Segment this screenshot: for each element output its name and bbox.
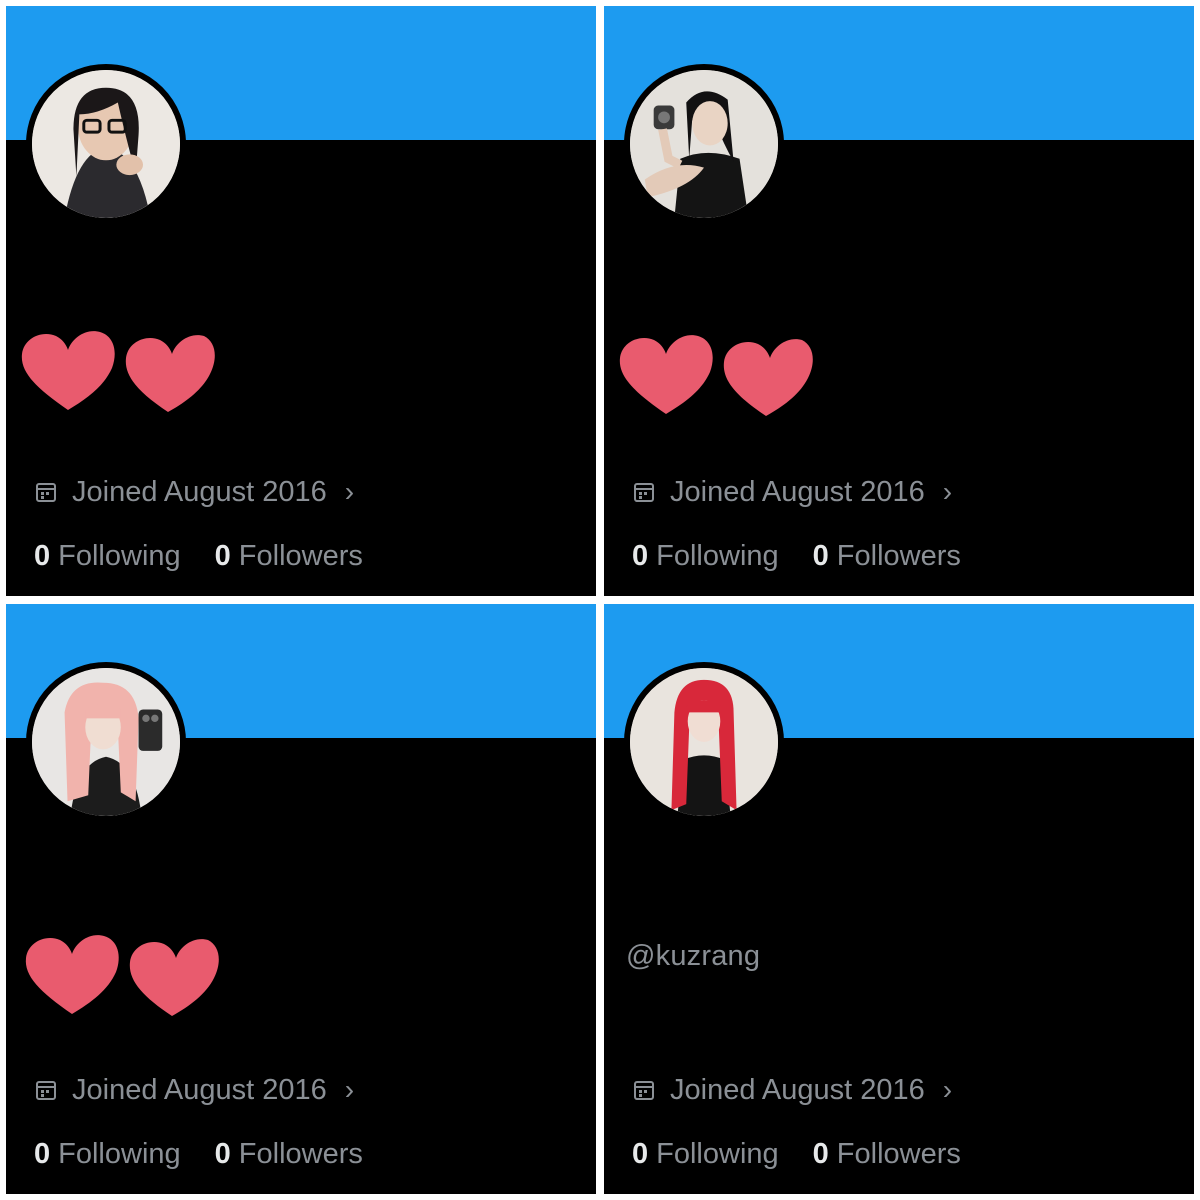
following-count: 0 [632,1138,649,1170]
following-count: 0 [34,1138,51,1170]
followers-link[interactable]: 0 Followers [813,1138,961,1171]
followers-link[interactable]: 0 Followers [215,1138,363,1171]
follow-stats: 0 Following 0 Followers [34,540,363,573]
profile-card-2: Joined August 2016 › 0 Following 0 Followe… [604,6,1194,596]
following-link[interactable]: 0 Following [632,540,779,573]
profile-avatar[interactable] [624,64,784,224]
chevron-right-icon: › [344,476,355,507]
joined-date-row[interactable]: Joined August 2016 › [34,1074,354,1106]
followers-label: Followers [836,1138,961,1170]
following-count: 0 [632,540,649,572]
follow-stats: 0 Following 0 Followers [34,1138,363,1171]
profile-avatar[interactable] [26,64,186,224]
joined-date-text: Joined August 2016 [670,1073,925,1106]
followers-count: 0 [812,540,829,572]
joined-date-text: Joined August 2016 [72,475,327,508]
following-count: 0 [34,540,51,572]
profile-handle[interactable]: @kuzrang [626,940,760,973]
calendar-icon [634,483,654,502]
joined-date-row[interactable]: Joined August 2016 › [632,1074,952,1106]
calendar-icon [634,1081,654,1100]
following-link[interactable]: 0 Following [34,1138,181,1171]
following-label: Following [656,540,779,572]
profile-card-4: @kuzrang Joined August 2016 › 0 Following… [604,604,1194,1194]
joined-date-text: Joined August 2016 [72,1073,327,1106]
profile-avatar[interactable] [624,662,784,822]
two-hearts-sticker [25,935,219,1016]
chevron-right-icon: › [942,1074,953,1105]
following-label: Following [58,540,181,572]
follow-stats: 0 Following 0 Followers [632,540,961,573]
followers-link[interactable]: 0 Followers [813,540,961,573]
chevron-right-icon: › [942,476,953,507]
calendar-icon [36,1081,56,1100]
calendar-icon [36,483,56,502]
followers-label: Followers [238,540,363,572]
profile-card-3: Joined August 2016 › 0 Following 0 Followe… [6,604,596,1194]
following-label: Following [58,1138,181,1170]
followers-link[interactable]: 0 Followers [215,540,363,573]
two-hearts-sticker [21,331,215,412]
follow-stats: 0 Following 0 Followers [632,1138,961,1171]
following-label: Following [656,1138,779,1170]
followers-count: 0 [812,1138,829,1170]
two-hearts-sticker [619,335,813,416]
chevron-right-icon: › [344,1074,355,1105]
followers-count: 0 [214,1138,231,1170]
joined-date-row[interactable]: Joined August 2016 › [34,476,354,508]
following-link[interactable]: 0 Following [34,540,181,573]
joined-date-row[interactable]: Joined August 2016 › [632,476,952,508]
followers-label: Followers [836,540,961,572]
profile-avatar[interactable] [26,662,186,822]
followers-label: Followers [238,1138,363,1170]
joined-date-text: Joined August 2016 [670,475,925,508]
following-link[interactable]: 0 Following [632,1138,779,1171]
followers-count: 0 [214,540,231,572]
profile-card-1: Joined August 2016 › 0 Following 0 Followe… [6,6,596,596]
